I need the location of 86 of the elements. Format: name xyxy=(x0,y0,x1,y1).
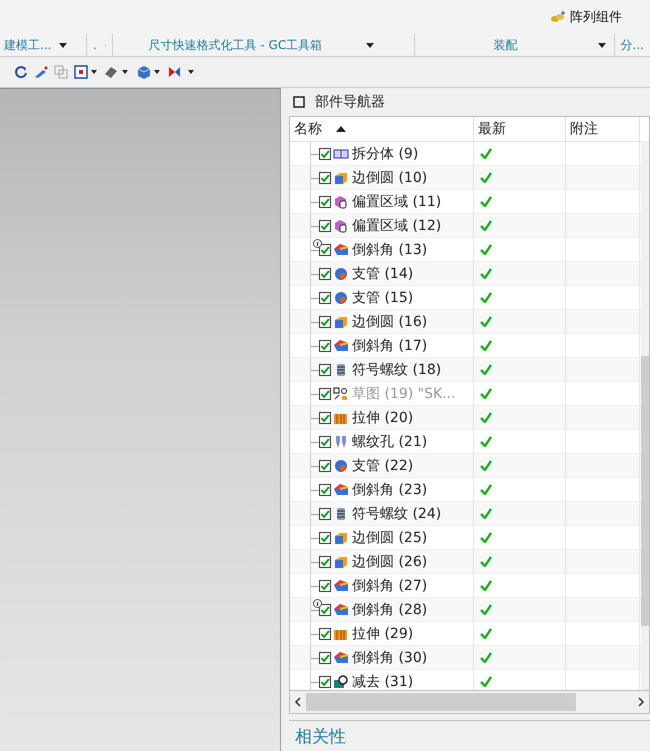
sketch-icon xyxy=(333,386,349,400)
panel-title: 部件导航器 xyxy=(315,93,385,111)
tube-icon xyxy=(333,290,349,304)
checkbox[interactable] xyxy=(318,578,332,592)
checkbox[interactable] xyxy=(318,362,332,376)
ribbon-group-label[interactable]: 分... xyxy=(620,36,644,54)
cube-icon[interactable] xyxy=(136,65,162,79)
fit-view-icon[interactable] xyxy=(74,65,98,79)
checkbox[interactable] xyxy=(318,506,332,520)
checkbox[interactable] xyxy=(318,194,332,208)
feature-name[interactable]: 倒斜角 (23) xyxy=(352,480,428,498)
checkbox[interactable] xyxy=(318,554,332,568)
maximize-icon[interactable] xyxy=(293,96,305,108)
dependencies-section-header[interactable]: 相关性 xyxy=(295,724,346,748)
checkbox[interactable] xyxy=(318,602,332,616)
feature-name[interactable]: 倒斜角 (30) xyxy=(352,648,428,666)
blended-block-icon xyxy=(333,314,349,328)
offset-face-icon xyxy=(333,194,349,208)
split-body-icon xyxy=(333,146,349,160)
scroll-right-icon[interactable] xyxy=(637,697,645,707)
scroll-left-icon[interactable] xyxy=(294,697,302,707)
feature-name[interactable]: 减去 (31) xyxy=(352,672,414,690)
feature-name[interactable]: 支管 (22) xyxy=(352,456,414,474)
ribbon-group-label[interactable]: . xyxy=(92,38,97,52)
checkbox[interactable] xyxy=(318,530,332,544)
checkbox[interactable] xyxy=(318,434,332,448)
render-style-icon[interactable] xyxy=(104,65,130,79)
threaded-hole-icon xyxy=(333,434,349,448)
feature-name[interactable]: 支管 (14) xyxy=(352,264,414,282)
chamfer-icon xyxy=(333,602,349,616)
ribbon-group-label[interactable]: 建模工... xyxy=(4,36,52,54)
feature-name[interactable]: 边倒圆 (26) xyxy=(352,552,428,570)
feature-name[interactable]: 拆分体 (9) xyxy=(352,144,418,162)
chamfer-icon xyxy=(333,482,349,496)
chamfer-icon xyxy=(333,338,349,352)
checkbox[interactable] xyxy=(318,410,332,424)
feature-name[interactable]: 偏置区域 (12) xyxy=(352,216,442,234)
feature-name[interactable]: 偏置区域 (11) xyxy=(352,192,442,210)
coins-icon xyxy=(550,11,566,23)
checkbox[interactable] xyxy=(318,146,332,160)
feature-name[interactable]: 倒斜角 (17) xyxy=(352,336,428,354)
vertical-scrollbar[interactable] xyxy=(641,141,649,690)
offset-face-icon xyxy=(333,218,349,232)
subtract-icon xyxy=(333,674,349,688)
feature-name[interactable]: 倒斜角 (28) xyxy=(352,600,428,618)
checkbox[interactable] xyxy=(318,482,332,496)
feature-name[interactable]: 倒斜角 (13) xyxy=(352,240,428,258)
ribbon-group-label[interactable]: 装配 xyxy=(494,36,518,54)
checkbox[interactable] xyxy=(318,650,332,664)
blended-block-icon xyxy=(333,554,349,568)
checkbox[interactable] xyxy=(318,290,332,304)
chamfer-icon xyxy=(333,650,349,664)
refresh-icon[interactable] xyxy=(14,65,28,79)
view-orient-icon[interactable] xyxy=(168,65,196,79)
checkbox[interactable] xyxy=(318,458,332,472)
checkbox[interactable] xyxy=(318,314,332,328)
horizontal-scrollbar[interactable] xyxy=(289,691,650,714)
column-header[interactable]: 附注 xyxy=(566,117,640,141)
checkbox[interactable] xyxy=(318,674,332,688)
checkbox[interactable] xyxy=(318,338,332,352)
checkbox[interactable] xyxy=(318,170,332,184)
feature-name[interactable]: 支管 (15) xyxy=(352,288,414,306)
column-header[interactable]: 最新 xyxy=(474,117,566,141)
chamfer-icon xyxy=(333,242,349,256)
array-component-button[interactable]: 阵列组件 xyxy=(544,8,628,26)
feature-name[interactable]: 符号螺纹 (24) xyxy=(352,504,442,522)
chamfer-icon xyxy=(333,578,349,592)
column-header[interactable]: 名称 xyxy=(290,117,474,141)
checkbox[interactable] xyxy=(318,218,332,232)
feature-name[interactable]: 边倒圆 (16) xyxy=(352,312,428,330)
blended-block-icon xyxy=(333,170,349,184)
feature-name[interactable]: 边倒圆 (25) xyxy=(352,528,428,546)
feature-name[interactable]: 拉伸 (20) xyxy=(352,408,414,426)
tube-icon xyxy=(333,266,349,280)
blended-block-icon xyxy=(333,530,349,544)
feature-name[interactable]: 符号螺纹 (18) xyxy=(352,360,442,378)
feature-name[interactable]: 螺纹孔 (21) xyxy=(352,432,428,450)
checkbox[interactable] xyxy=(318,242,332,256)
checkbox[interactable] xyxy=(318,266,332,280)
feature-name[interactable]: 拉伸 (29) xyxy=(352,624,414,642)
checkbox[interactable] xyxy=(318,626,332,640)
ribbon-group-label[interactable]: 尺寸快速格式化工具 - GC工具箱 xyxy=(148,36,322,54)
pencil-icon[interactable] xyxy=(34,65,48,79)
tube-icon xyxy=(333,458,349,472)
feature-name[interactable]: 倒斜角 (27) xyxy=(352,576,428,594)
feature-name[interactable]: 边倒圆 (10) xyxy=(352,168,428,186)
